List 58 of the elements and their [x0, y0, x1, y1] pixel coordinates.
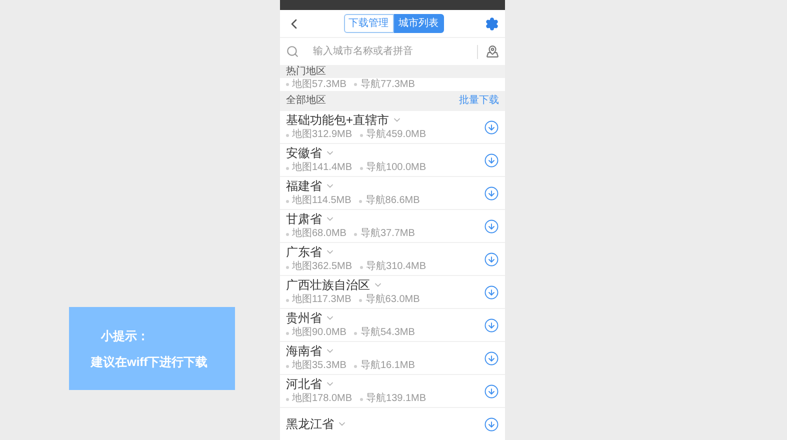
navigation-size: 导航77.3MB	[354, 80, 415, 90]
navigation-size: 导航310.4MB	[360, 262, 426, 272]
map-size: 地图68.0MB	[286, 229, 346, 239]
map-size: 地图57.3MB	[286, 80, 346, 90]
region-name: 海南省	[286, 345, 322, 357]
region-name: 广西壮族自治区	[286, 279, 370, 291]
region-name: 黑龙江省	[286, 418, 334, 430]
region-name: 广东省	[286, 246, 322, 258]
download-icon[interactable]	[484, 284, 499, 300]
region-name: 贵州省	[286, 312, 322, 324]
navigation-size: 导航54.3MB	[354, 328, 415, 338]
download-icon[interactable]	[484, 384, 499, 398]
map-size: 地图362.5MB	[286, 262, 352, 272]
navigation-size: 导航139.1MB	[360, 394, 426, 404]
region-row[interactable]: 贵州省 地图90.0MB 导航54.3MB	[280, 309, 505, 342]
map-size: 地图114.5MB	[286, 196, 352, 206]
region-row[interactable]: 福建省 地图114.5MB 导航86.6MB	[280, 177, 505, 210]
search-field[interactable]: 输入城市名称或者拼音	[280, 37, 505, 65]
region-row[interactable]: 基础功能包+直辖市 地图312.9MB 导航459.0MB	[280, 111, 505, 144]
download-icon[interactable]	[484, 252, 499, 266]
section-title: 全部地区	[286, 96, 326, 106]
download-icon[interactable]	[484, 120, 499, 134]
map-pin-icon[interactable]	[486, 45, 499, 58]
tip-text: 建议在wiff下进行下载	[91, 354, 209, 370]
navigation-size: 导航37.7MB	[354, 229, 415, 239]
navigation-size: 导航100.0MB	[360, 163, 426, 173]
download-icon[interactable]	[484, 318, 499, 332]
section-title: 热门地区	[286, 66, 326, 76]
region-row[interactable]: 甘肃省 地图68.0MB 导航37.7MB	[280, 210, 505, 243]
map-size: 地图35.3MB	[286, 361, 346, 371]
region-row[interactable]: 广东省 地图362.5MB 导航310.4MB	[280, 243, 505, 276]
region-row[interactable]: 黑龙江省	[280, 408, 505, 440]
map-size: 地图117.3MB	[286, 295, 352, 305]
region-row[interactable]: 安徽省 地图141.4MB 导航100.0MB	[280, 144, 505, 177]
navigation-size: 导航63.0MB	[359, 295, 420, 305]
map-size: 地图178.0MB	[286, 394, 352, 404]
map-size: 地图141.4MB	[286, 163, 352, 173]
navigation-size: 导航459.0MB	[360, 130, 426, 140]
download-icon[interactable]	[484, 416, 499, 432]
region-row[interactable]: 广西壮族自治区 地图117.3MB 导航63.0MB	[280, 276, 505, 309]
navigation-size: 导航86.6MB	[359, 196, 420, 206]
navigation-size: 导航16.1MB	[354, 361, 415, 371]
region-name: 福建省	[286, 180, 322, 192]
download-icon[interactable]	[484, 186, 499, 200]
region-name: 基础功能包+直辖市	[286, 114, 390, 126]
region-row[interactable]: 河北省 地图178.0MB 导航139.1MB	[280, 375, 505, 408]
region-name: 河北省	[286, 378, 322, 390]
region-name: 甘肃省	[286, 213, 322, 225]
search-input[interactable]: 输入城市名称或者拼音	[313, 44, 469, 59]
region-row[interactable]: 海南省 地图35.3MB 导航16.1MB	[280, 342, 505, 375]
download-icon[interactable]	[484, 218, 499, 234]
map-size: 地图90.0MB	[286, 328, 346, 338]
search-icon	[286, 45, 299, 58]
map-size: 地图312.9MB	[286, 130, 352, 140]
region-name: 安徽省	[286, 147, 322, 159]
download-icon[interactable]	[484, 350, 499, 366]
download-icon[interactable]	[484, 152, 499, 168]
tip-title: 小提示：	[100, 328, 150, 344]
